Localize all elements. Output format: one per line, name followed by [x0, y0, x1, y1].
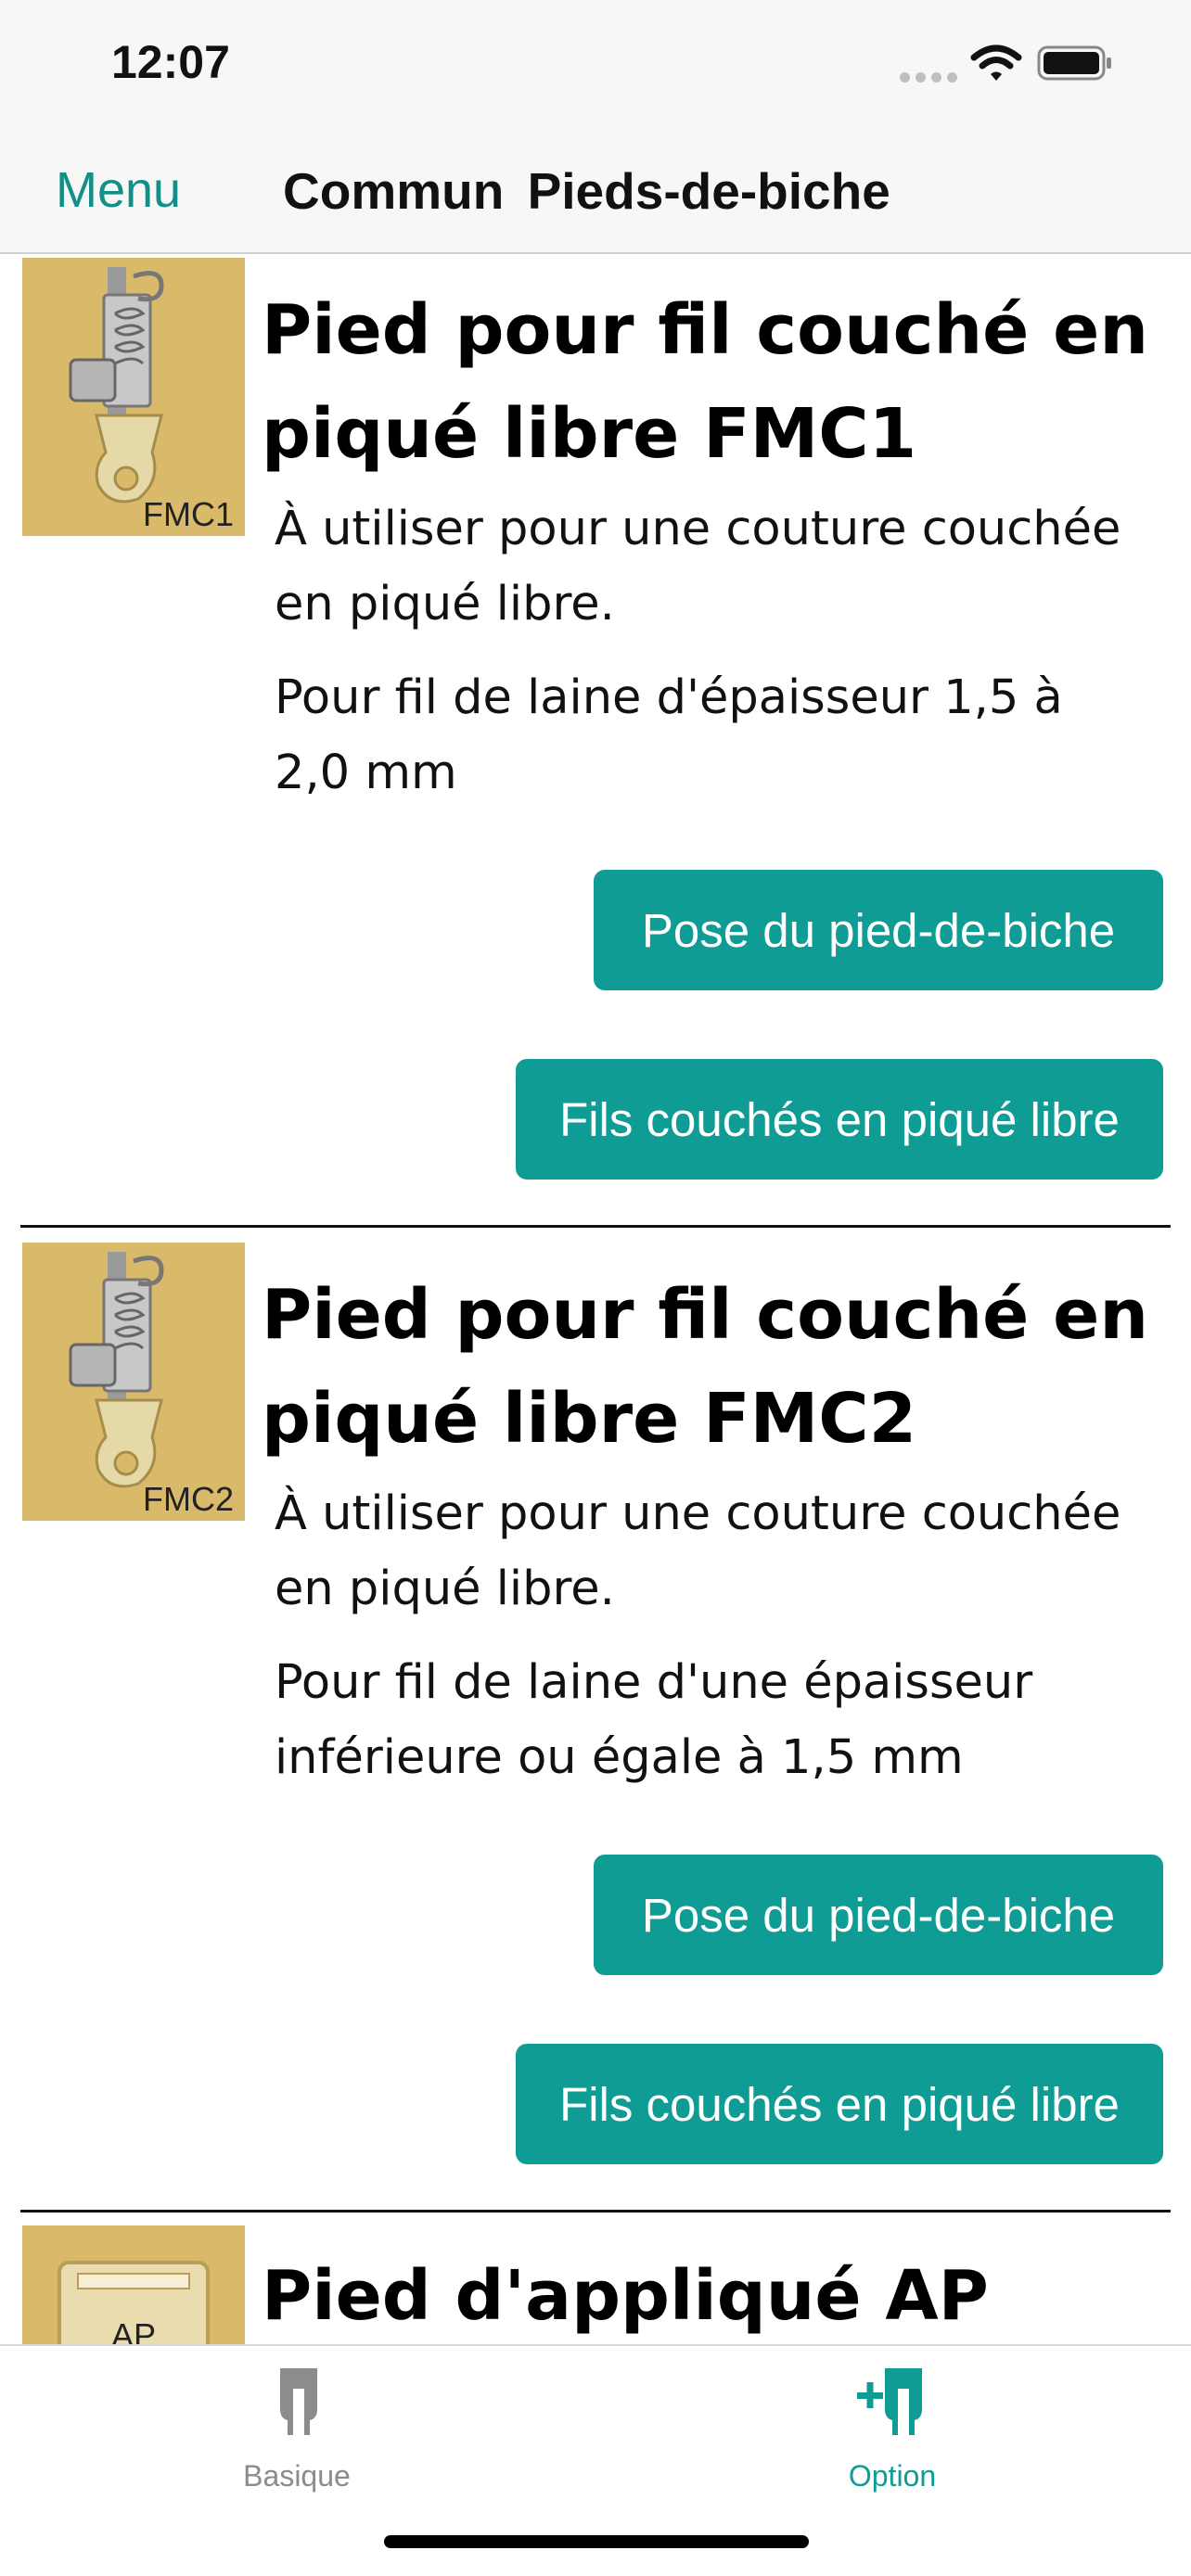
thumb-label: AP	[111, 2316, 157, 2344]
signal-dots-icon	[900, 72, 957, 83]
item-note: Pour fil de laine d'une épaisseur inféri…	[275, 1655, 1033, 1785]
thumb-label: FMC2	[143, 1480, 234, 1518]
list-item: FMC2 Pied pour fil couché en piqué libre…	[0, 1241, 1191, 2224]
item-note: Pour fil de laine d'épaisseur 1,5 à 2,0 …	[275, 670, 1063, 800]
free-motion-couching-button[interactable]: Fils couchés en piqué libre	[516, 2044, 1163, 2164]
thumb-label: FMC1	[143, 495, 234, 533]
home-indicator	[384, 2535, 809, 2548]
item-description: À utiliser pour une couture couchée en p…	[275, 1486, 1121, 1616]
list-item: FMC1 Pied pour fil couché en piqué libre…	[0, 256, 1191, 1239]
presser-foot-illustration	[69, 267, 164, 504]
free-motion-couching-button[interactable]: Fils couchés en piqué libre	[516, 1059, 1163, 1180]
navigation-bar: Menu Commun Pieds-de-biche	[0, 130, 1191, 254]
status-bar: 12:07	[0, 0, 1191, 130]
item-title: Pied pour fil couché en piqué libre FMC2	[262, 1275, 1149, 1459]
page-title: Commun Pieds-de-biche	[283, 162, 890, 220]
tab-label: Basique	[243, 2459, 351, 2493]
item-title: Pied d'appliqué AP	[262, 2256, 989, 2336]
battery-icon	[1037, 45, 1111, 81]
wifi-icon	[970, 45, 1022, 81]
tab-option[interactable]: Option	[753, 2363, 1031, 2502]
presser-foot-image: FMC1	[22, 258, 245, 536]
presser-foot-illustration	[69, 1252, 164, 1488]
menu-button[interactable]: Menu	[56, 161, 181, 219]
attach-presser-foot-button[interactable]: Pose du pied-de-biche	[594, 1855, 1163, 1975]
divider	[20, 2210, 1171, 2213]
item-title: Pied pour fil couché en piqué libre FMC1	[262, 290, 1149, 474]
presser-foot-icon	[280, 2368, 317, 2435]
divider	[20, 1225, 1171, 1228]
attach-presser-foot-button[interactable]: Pose du pied-de-biche	[594, 870, 1163, 990]
presser-foot-image: AP	[22, 2225, 245, 2344]
add-presser-foot-icon	[857, 2368, 922, 2435]
tab-label: Option	[848, 2459, 937, 2493]
list-item: AP Pied d'appliqué AP	[0, 2225, 1191, 2344]
presser-foot-list[interactable]: FMC1 Pied pour fil couché en piqué libre…	[0, 256, 1191, 2344]
status-time: 12:07	[111, 36, 230, 88]
presser-foot-image: FMC2	[22, 1243, 245, 1521]
tab-basique[interactable]: Basique	[158, 2363, 436, 2502]
item-description: À utiliser pour une couture couchée en p…	[275, 502, 1121, 631]
